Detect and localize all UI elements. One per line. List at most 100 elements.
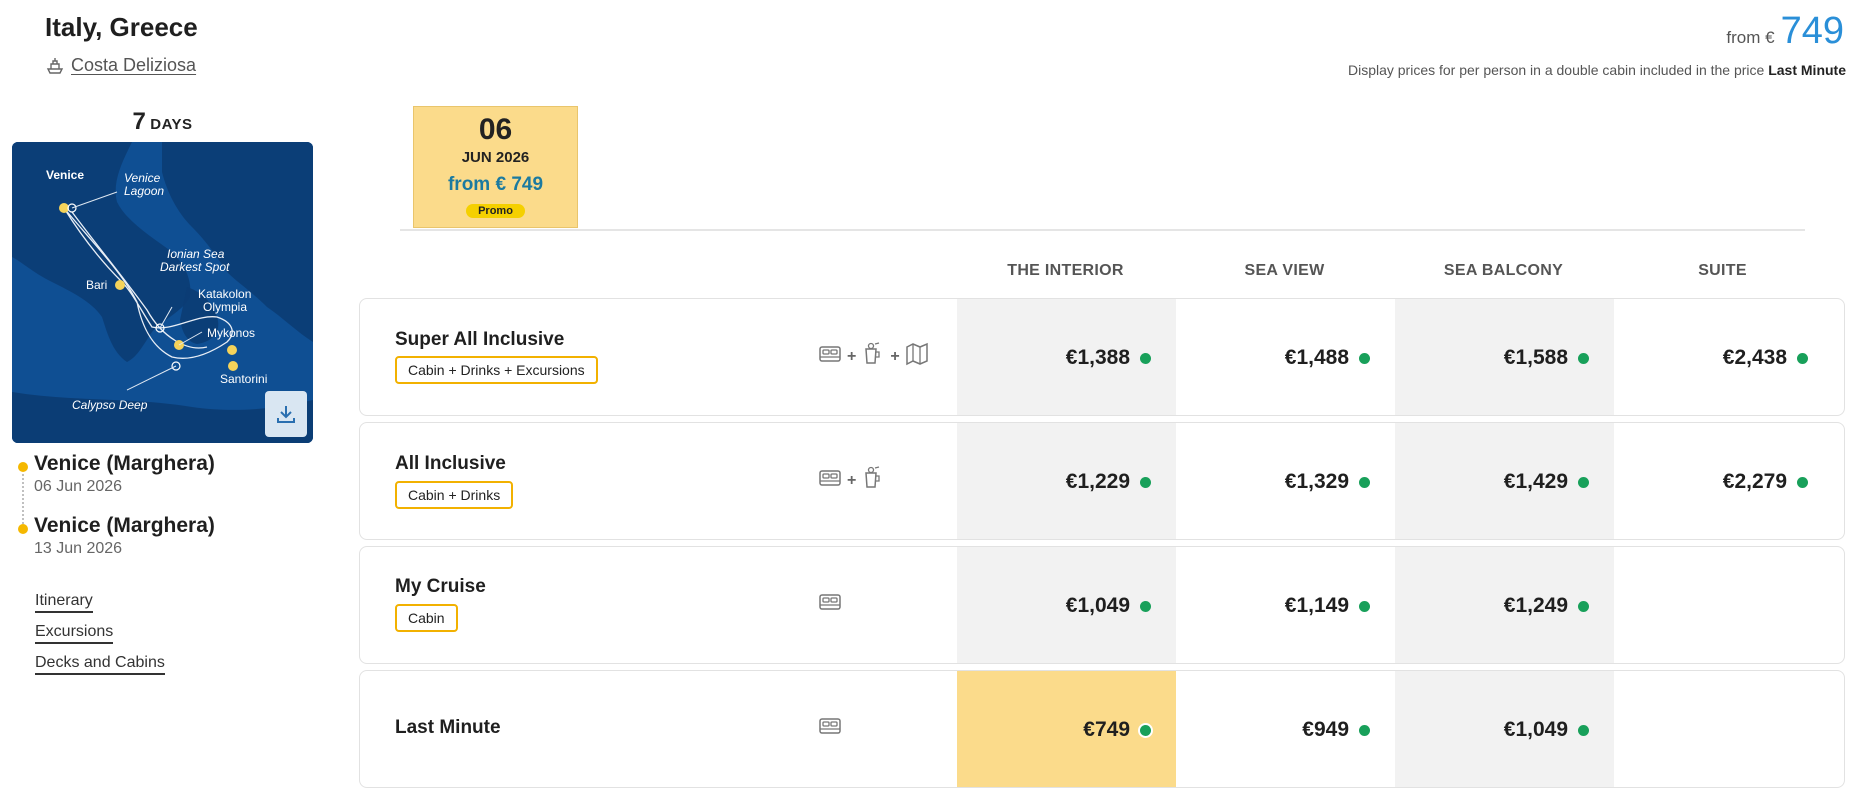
package-icons [817, 589, 843, 615]
package-row-my-cruise: My Cruise Cabin €1,049 €1,149 €1,249 [359, 546, 1845, 664]
stop-port: Venice (Marghera) [34, 452, 215, 475]
price: €1,588 [1503, 346, 1568, 369]
package-tag: Cabin + Drinks [395, 481, 514, 509]
plus-sign: + [847, 348, 857, 365]
bed-icon [819, 718, 841, 734]
drink-icon [865, 342, 880, 364]
page-title: Italy, Greece [45, 12, 198, 42]
col-suite: SUITE [1698, 262, 1747, 279]
link-excursions[interactable]: Excursions [35, 623, 114, 644]
plus-sign: + [890, 348, 900, 365]
bed-icon [819, 470, 841, 486]
price-cell-sea-balcony[interactable]: €1,249 [1395, 547, 1614, 663]
map-label-mykonos: Mykonos [207, 326, 255, 340]
stop-port: Venice (Marghera) [34, 514, 215, 537]
map-icon [905, 342, 928, 366]
price-disclaimer: Display prices for per person in a doubl… [1348, 62, 1846, 78]
route-stop: Venice (Marghera) 13 Jun 2026 [18, 514, 215, 558]
availability-dot [1578, 600, 1589, 612]
divider [400, 229, 1805, 231]
availability-dot [1578, 724, 1589, 736]
santorini-marker [228, 361, 238, 371]
price: €2,438 [1722, 346, 1787, 369]
disclaimer-text: Display prices for per person in a doubl… [1347, 62, 1765, 78]
package-name: Super All Inclusive [395, 329, 565, 350]
availability-dot [1578, 352, 1589, 364]
availability-dot [1359, 724, 1370, 736]
package-tag: Cabin [395, 604, 458, 632]
departure-date-card[interactable]: 06 JUN 2026 from € 749 Promo [413, 106, 578, 228]
price: €1,249 [1503, 594, 1568, 617]
price-cell-interior[interactable]: €1,049 [957, 547, 1176, 663]
link-itinerary[interactable]: Itinerary [35, 592, 93, 613]
drink-icon [865, 466, 880, 488]
from-value: 749 [1780, 10, 1844, 52]
price-cell-sea-balcony[interactable]: €1,049 [1395, 671, 1614, 787]
duration-number: 7 [132, 108, 146, 135]
availability-dot [1359, 476, 1370, 488]
date-month: JUN 2026 [461, 149, 530, 166]
price-cell-suite-empty [1614, 547, 1833, 663]
price: €749 [1083, 718, 1130, 741]
map-label-ionian-2: Darkest Spot [160, 260, 230, 274]
availability-dot [1140, 476, 1151, 488]
package-row-all-inclusive: All Inclusive Cabin + Drinks + €1,229 €1… [359, 422, 1845, 540]
ship-name: Costa Deliziosa [71, 55, 197, 75]
col-sea-view: SEA VIEW [1244, 262, 1325, 279]
price-cell-sea-view[interactable]: €1,488 [1176, 299, 1395, 415]
package-tag: Cabin + Drinks + Excursions [395, 356, 598, 384]
plus-sign: + [847, 472, 857, 489]
date-from-price: from € 749 [447, 174, 544, 195]
availability-dot [1140, 724, 1151, 736]
ship-icon [46, 57, 64, 74]
col-sea-balcony: SEA BALCONY [1443, 262, 1564, 279]
price-cell-sea-view[interactable]: €949 [1176, 671, 1395, 787]
price: €1,488 [1284, 346, 1349, 369]
availability-dot [1140, 600, 1151, 612]
download-icon [277, 406, 295, 423]
map-label-santorini: Santorini [220, 372, 267, 386]
price: €1,229 [1065, 470, 1130, 493]
price-cell-sea-view[interactable]: €1,149 [1176, 547, 1395, 663]
map-label-katakolon: Katakolon [198, 287, 251, 301]
package-icons: + [817, 465, 886, 491]
availability-dot [1359, 352, 1370, 364]
price-cell-suite[interactable]: €2,438 [1614, 299, 1833, 415]
bed-icon [819, 594, 841, 610]
cabin-type-headers: THE INTERIOR SEA VIEW SEA BALCONY SUITE [956, 262, 1832, 280]
map-label-bari: Bari [86, 278, 107, 292]
route-map[interactable]: Venice Venice Lagoon Ionian Sea Darkest … [12, 142, 313, 443]
availability-dot [1140, 352, 1151, 364]
package-row-last-minute: Last Minute €749 €949 €1,049 [359, 670, 1845, 788]
map-label-olympia: Olympia [203, 300, 247, 314]
duration: 7 DAYS [12, 108, 313, 136]
availability-dot [1797, 352, 1808, 364]
ship-link[interactable]: Costa Deliziosa [45, 55, 196, 76]
price: €1,388 [1065, 346, 1130, 369]
price: €1,149 [1284, 594, 1349, 617]
price-cell-sea-balcony[interactable]: €1,429 [1395, 423, 1614, 539]
disclaimer-offer: Last Minute [1768, 62, 1846, 78]
route-stops: Venice (Marghera) 06 Jun 2026 Venice (Ma… [18, 452, 215, 576]
price-cell-suite[interactable]: €2,279 [1614, 423, 1833, 539]
price-cell-interior[interactable]: €1,388 [957, 299, 1176, 415]
price-cell-sea-view[interactable]: €1,329 [1176, 423, 1395, 539]
price-cell-sea-balcony[interactable]: €1,588 [1395, 299, 1614, 415]
stop-date: 13 Jun 2026 [34, 540, 123, 557]
price: €1,429 [1503, 470, 1568, 493]
package-name: All Inclusive [395, 453, 506, 474]
package-name: My Cruise [395, 576, 486, 597]
availability-dot [1578, 476, 1589, 488]
availability-dot [1359, 600, 1370, 612]
bari-marker [115, 280, 125, 290]
map-label-lagoon-2: Lagoon [124, 184, 164, 198]
map-label-lagoon-1: Venice [124, 171, 161, 185]
price: €1,049 [1503, 718, 1568, 741]
price: €949 [1302, 718, 1349, 741]
map-download-button[interactable] [265, 391, 307, 437]
price-cell-interior-selected[interactable]: €749 [957, 671, 1176, 787]
from-price: from € 749 [1726, 10, 1844, 53]
price-cell-interior[interactable]: €1,229 [957, 423, 1176, 539]
link-decks-cabins[interactable]: Decks and Cabins [35, 654, 165, 675]
price: €2,279 [1722, 470, 1787, 493]
